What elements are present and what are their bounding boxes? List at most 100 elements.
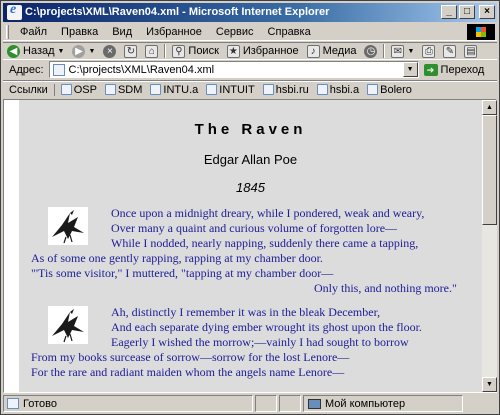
status-cell: [255, 395, 277, 412]
forward-dropdown-icon[interactable]: ▼: [88, 48, 95, 55]
page-icon: [150, 84, 162, 95]
media-icon: ♪: [306, 44, 320, 58]
menu-grip: [6, 24, 9, 39]
scroll-down-icon[interactable]: ▼: [482, 377, 497, 392]
link-label: INTU.a: [163, 83, 199, 96]
menu-view[interactable]: Вид: [105, 24, 139, 40]
link-bolero[interactable]: Bolero: [363, 84, 416, 96]
search-button[interactable]: ⚲ Поиск: [168, 43, 222, 59]
status-cell: [279, 395, 301, 412]
toolbar-separator: [164, 44, 167, 58]
link-sdm[interactable]: SDM: [101, 84, 146, 96]
close-button[interactable]: ×: [479, 5, 495, 19]
forward-button[interactable]: ▶ ▼: [68, 43, 99, 59]
address-bar: Адрес: C:\projects\XML\Raven04.xml ▼ ➔ П…: [3, 59, 497, 79]
browser-window: C:\projects\XML\Raven04.xml - Microsoft …: [0, 0, 500, 415]
poem-title: The Raven: [194, 121, 307, 138]
poem-line: And each separate dying ember wrought it…: [111, 320, 422, 334]
history-button[interactable]: ◷: [360, 43, 381, 59]
forward-arrow-icon: ▶: [72, 44, 86, 58]
favorites-label: Избранное: [242, 45, 299, 57]
print-icon: ⎙: [422, 44, 436, 58]
poem-line: From my books surcease of sorrow—sorrow …: [31, 350, 350, 364]
media-label: Медиа: [322, 45, 357, 57]
link-intu-a[interactable]: INTU.a: [146, 84, 202, 96]
refresh-button[interactable]: ↻: [120, 43, 141, 59]
link-label: INTUIT: [219, 83, 255, 96]
window-title: C:\projects\XML\Raven04.xml - Microsoft …: [25, 6, 330, 18]
back-button[interactable]: ◀ Назад ▼: [3, 43, 68, 59]
home-icon: ⌂: [145, 44, 159, 58]
print-button[interactable]: ⎙: [418, 43, 439, 59]
menu-help[interactable]: Справка: [261, 24, 318, 40]
link-label: OSP: [73, 83, 97, 96]
document-page: The Raven Edgar Allan Poe 1845 Once upon…: [19, 100, 482, 392]
poem-line: Once upon a midnight dreary, while I pon…: [111, 206, 425, 220]
raven-icon: [48, 306, 88, 344]
vertical-scrollbar[interactable]: ▲ ▼: [482, 100, 497, 392]
minimize-button[interactable]: _: [441, 5, 457, 19]
windows-logo-icon: [467, 24, 495, 40]
links-bar: Ссылки OSP SDM INTU.a INTUIT hsbi.ru hsb…: [3, 80, 497, 98]
toolbar-separator: [383, 44, 386, 58]
menu-favorites[interactable]: Избранное: [139, 24, 209, 40]
edit-button[interactable]: ✎: [439, 43, 460, 59]
scroll-up-icon[interactable]: ▲: [482, 100, 497, 115]
go-arrow-icon: ➔: [423, 63, 438, 76]
page-icon: [367, 84, 379, 95]
scroll-thumb[interactable]: [482, 115, 497, 225]
poem-line: "'Tis some visitor," I muttered, "tappin…: [31, 266, 334, 280]
home-button[interactable]: ⌂: [141, 43, 162, 59]
poem-line: As of some one gently rapping, rapping a…: [31, 251, 323, 265]
security-zone: Мой компьютер: [303, 395, 463, 412]
address-label: Адрес:: [9, 63, 44, 76]
poem-line: For the rare and radiant maiden whom the…: [31, 365, 345, 379]
back-label: Назад: [23, 45, 55, 57]
maximize-button[interactable]: □: [459, 5, 475, 19]
status-bar: Готово Мой компьютер: [3, 394, 497, 413]
mail-button[interactable]: ✉ ▼: [387, 43, 418, 59]
search-label: Поиск: [188, 45, 219, 57]
mail-dropdown-icon[interactable]: ▼: [407, 48, 414, 55]
standard-toolbar: ◀ Назад ▼ ▶ ▼ × ↻ ⌂ ⚲ Поиск ★ Избранное …: [3, 42, 497, 58]
stop-button[interactable]: ×: [99, 43, 120, 59]
poem-line: Over many a quaint and curious volume of…: [111, 221, 398, 235]
page-icon: [206, 84, 218, 95]
go-label: Переход: [440, 63, 485, 76]
page-icon: [60, 84, 72, 95]
poem-author: Edgar Allan Poe: [203, 152, 298, 167]
menu-bar: Файл Правка Вид Избранное Сервис Справка: [3, 23, 497, 41]
page-icon: [316, 84, 328, 95]
title-bar: C:\projects\XML\Raven04.xml - Microsoft …: [3, 3, 497, 22]
media-button[interactable]: ♪ Медиа: [303, 43, 361, 59]
link-label: hsbi.ru: [275, 83, 309, 96]
poem-line: Only this, and nothing more.": [314, 281, 457, 295]
back-arrow-icon: ◀: [7, 44, 20, 58]
status-main: Готово: [3, 395, 253, 412]
link-intuit[interactable]: INTUIT: [202, 84, 258, 96]
back-dropdown-icon[interactable]: ▼: [58, 48, 65, 55]
page-icon: [7, 398, 19, 409]
address-dropdown-icon[interactable]: ▼: [402, 62, 418, 77]
mail-icon: ✉: [391, 44, 405, 58]
address-input[interactable]: C:\projects\XML\Raven04.xml ▼: [48, 61, 419, 78]
go-button[interactable]: ➔ Переход: [423, 63, 485, 76]
link-hsbi-a[interactable]: hsbi.a: [313, 84, 363, 96]
links-label: Ссылки: [3, 83, 55, 96]
poem-line: Ah, distinctly I remember it was in the …: [111, 305, 381, 319]
favorites-icon: ★: [226, 44, 240, 58]
discuss-button[interactable]: ▤: [460, 43, 481, 59]
favorites-button[interactable]: ★ Избранное: [223, 43, 303, 59]
history-icon: ◷: [364, 44, 378, 58]
zone-label: Мой компьютер: [325, 397, 406, 410]
refresh-icon: ↻: [124, 44, 138, 58]
link-osp[interactable]: OSP: [57, 84, 101, 96]
link-hsbi-ru[interactable]: hsbi.ru: [259, 84, 313, 96]
link-label: Bolero: [380, 83, 412, 96]
menu-file[interactable]: Файл: [13, 24, 54, 40]
page-icon: [262, 84, 274, 95]
menu-edit[interactable]: Правка: [54, 24, 105, 40]
search-icon: ⚲: [172, 44, 186, 58]
menu-tools[interactable]: Сервис: [209, 24, 261, 40]
computer-icon: [308, 398, 321, 409]
